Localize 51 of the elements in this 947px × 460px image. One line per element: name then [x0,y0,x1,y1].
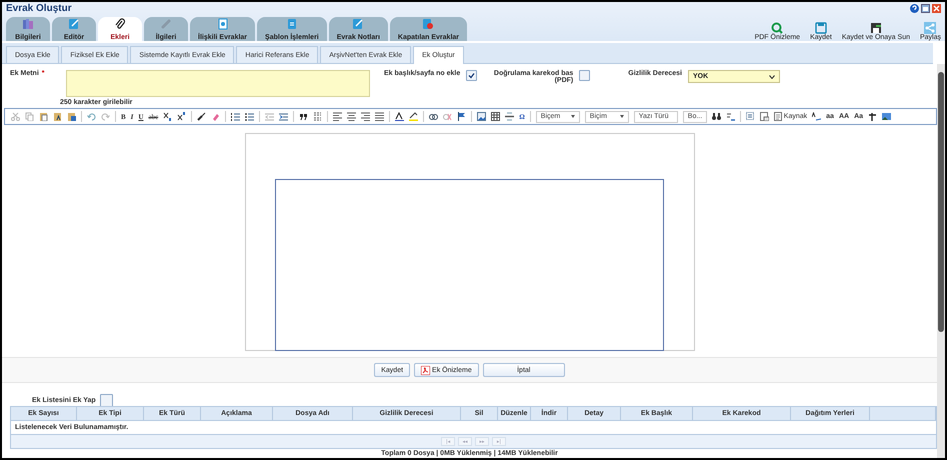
bullet-list-icon[interactable] [245,112,254,121]
table-icon[interactable] [491,112,500,121]
superscript-icon[interactable] [177,112,186,121]
align-justify-icon[interactable] [375,112,384,121]
brush-icon[interactable] [197,112,206,121]
clipboard-text-icon[interactable] [53,112,62,121]
horizontal-line-icon[interactable] [505,112,514,121]
books-icon [22,18,34,30]
help-icon[interactable] [910,4,919,13]
align-center-icon[interactable] [347,112,356,121]
align-right-icon[interactable] [361,112,370,121]
align-left-icon[interactable] [333,112,342,121]
caret-icon [620,115,624,118]
picture-icon[interactable] [882,112,892,121]
highlight-color-icon[interactable] [409,112,418,121]
chevron-down-icon [768,74,775,78]
window-icon[interactable] [921,4,930,13]
document-gear-icon [216,18,229,30]
checkbox[interactable] [466,70,478,81]
binoculars-icon[interactable] [712,112,721,121]
scrollbar[interactable] [937,64,945,458]
eraser-icon[interactable] [211,112,220,121]
subscript-icon[interactable] [163,112,172,121]
image-icon[interactable] [477,112,486,121]
close-icon[interactable] [932,4,941,13]
share-icon [924,22,936,34]
caret-icon [570,115,575,118]
window-title: Evrak Oluştur [6,3,72,14]
document-closed-icon [422,18,434,30]
source-icon [774,112,783,121]
checkbox[interactable] [579,70,590,81]
note-pen-icon [352,18,364,30]
magnifier-icon [771,22,784,34]
indent-icon[interactable] [279,112,288,121]
numbered-list-icon[interactable] [231,112,240,121]
replace-icon[interactable] [726,112,735,121]
select-all-icon[interactable] [746,112,755,121]
undo-icon[interactable] [87,112,96,121]
preview-icon[interactable] [760,112,769,121]
text-color-icon[interactable] [395,112,404,121]
save-icon [814,22,827,34]
checkbox[interactable] [100,394,113,407]
pdf-icon [421,366,430,374]
quote-icon[interactable] [299,112,308,121]
document-icon [286,18,298,30]
paperclip-icon [114,18,126,30]
edit-document-icon [68,18,80,30]
clipboard-word-icon[interactable] [67,112,76,121]
div-block-icon[interactable] [313,112,322,121]
clipboard-icon[interactable] [39,112,48,121]
flag-icon[interactable] [457,112,466,121]
